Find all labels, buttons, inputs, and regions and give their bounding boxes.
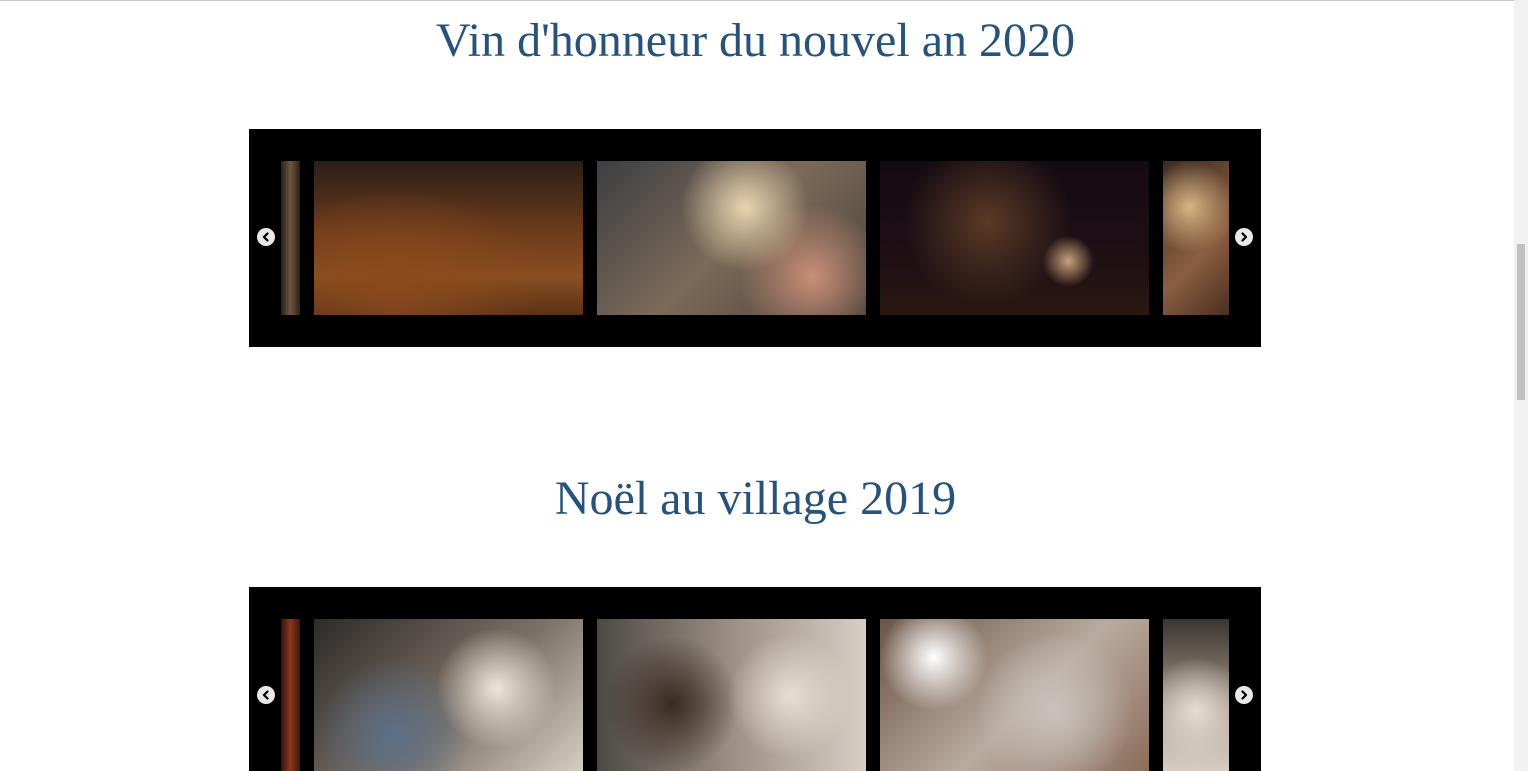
photo-carousel bbox=[249, 587, 1261, 771]
carousel-slide-partial[interactable] bbox=[281, 619, 300, 771]
carousel-slide[interactable] bbox=[314, 619, 583, 771]
chevron-left-icon bbox=[262, 232, 269, 242]
carousel-slide-partial[interactable] bbox=[1163, 161, 1229, 315]
page: Vin d'honneur du nouvel an 2020 Noël au … bbox=[0, 0, 1528, 771]
vertical-scrollbar[interactable] bbox=[1514, 0, 1528, 771]
carousel-next-button[interactable] bbox=[1235, 686, 1253, 704]
content-area: Vin d'honneur du nouvel an 2020 Noël au … bbox=[0, 0, 1514, 771]
chevron-right-icon bbox=[1241, 690, 1248, 700]
carousel-slide-partial[interactable] bbox=[281, 161, 300, 315]
carousel-slide[interactable] bbox=[314, 161, 583, 315]
carousel-next-button[interactable] bbox=[1235, 228, 1253, 246]
section-title: Vin d'honneur du nouvel an 2020 bbox=[436, 14, 1075, 67]
carousel-prev-button[interactable] bbox=[257, 228, 275, 246]
carousel-slide-partial[interactable] bbox=[1163, 619, 1229, 771]
chevron-right-icon bbox=[1241, 232, 1248, 242]
carousel-slide[interactable] bbox=[597, 161, 866, 315]
scrollbar-thumb[interactable] bbox=[1517, 244, 1525, 400]
carousel-prev-button[interactable] bbox=[257, 686, 275, 704]
carousel-slide[interactable] bbox=[597, 619, 866, 771]
chevron-left-icon bbox=[262, 690, 269, 700]
carousel-slide[interactable] bbox=[880, 619, 1149, 771]
photo-carousel bbox=[249, 129, 1261, 347]
carousel-slide[interactable] bbox=[880, 161, 1149, 315]
section-title: Noël au village 2019 bbox=[554, 472, 957, 525]
